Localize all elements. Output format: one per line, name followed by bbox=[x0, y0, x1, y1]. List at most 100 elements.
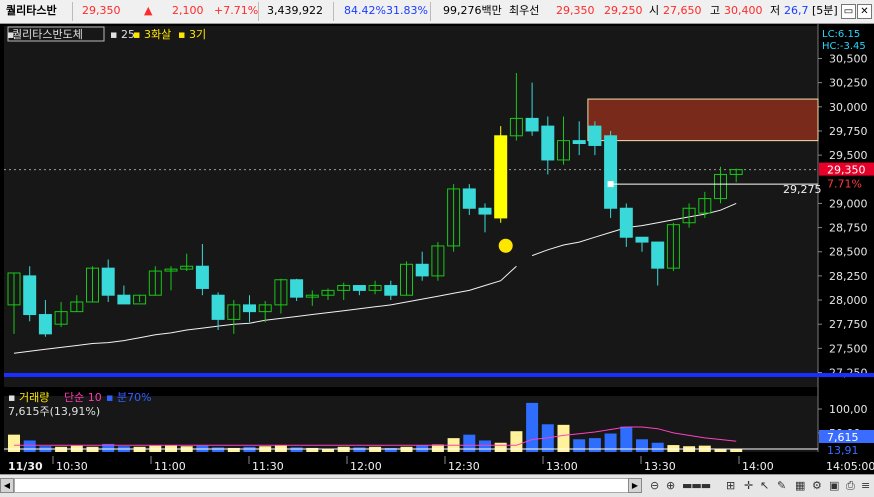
stock-name[interactable]: 퀄리타스반 bbox=[6, 4, 57, 18]
scroll-thumb[interactable] bbox=[14, 478, 639, 493]
window-restore-button[interactable]: ▭ bbox=[841, 4, 856, 19]
time-tick-label: 10:30 bbox=[56, 460, 88, 473]
quote-header: 퀄리타스반 29,350 ▲ 2,100 +7.71% 3,439,922 84… bbox=[0, 0, 874, 24]
price-tick-label: 29,750 bbox=[829, 125, 868, 138]
candle[interactable] bbox=[494, 135, 508, 219]
print-icon[interactable]: ⎙ bbox=[846, 479, 855, 493]
volume-bar[interactable] bbox=[730, 449, 743, 452]
low-price: 26,7 bbox=[784, 4, 809, 17]
signal-dot[interactable] bbox=[498, 238, 513, 253]
volume-rate-1: 84.42% bbox=[344, 4, 386, 17]
price-tick-label: 28,500 bbox=[829, 246, 868, 259]
time-tick-label: 14:05:00 bbox=[826, 460, 874, 473]
volume-axis-label: 100,00 bbox=[829, 403, 868, 416]
window-close-button[interactable]: ✕ bbox=[857, 4, 872, 19]
volume-bar[interactable] bbox=[212, 447, 225, 452]
menu-icon[interactable]: ≡ bbox=[861, 479, 870, 493]
trade-amount: 99,276백만 bbox=[443, 4, 502, 17]
price-tick-label: 27,750 bbox=[829, 318, 868, 331]
ma-value-label: 29,275 bbox=[783, 183, 822, 196]
candle[interactable] bbox=[635, 236, 649, 243]
candle[interactable] bbox=[384, 285, 398, 296]
candle[interactable] bbox=[23, 275, 37, 316]
chart-window: 퀄리타스반 29,350 ▲ 2,100 +7.71% 3,439,922 84… bbox=[0, 0, 874, 497]
high-label: 고 bbox=[710, 4, 721, 17]
baseline-bar bbox=[4, 373, 874, 377]
time-tick-label: 11:00 bbox=[154, 460, 186, 473]
time-tick-label: 12:30 bbox=[448, 460, 480, 473]
volume-badge-value: 7,615 bbox=[827, 431, 859, 444]
volume-bar[interactable] bbox=[526, 402, 539, 452]
signal-label-1: ▪ 3화살 bbox=[133, 28, 171, 41]
volume-bar[interactable] bbox=[494, 442, 507, 452]
candle[interactable] bbox=[38, 314, 52, 335]
volume-badge-pct: 13,91 bbox=[827, 444, 859, 457]
ma-period-label: ▪ 25 bbox=[110, 28, 135, 41]
open-label: 시 bbox=[649, 4, 660, 17]
volume-bar[interactable] bbox=[636, 439, 648, 452]
volume-panel bbox=[4, 396, 818, 452]
candle[interactable] bbox=[195, 265, 209, 289]
candle[interactable] bbox=[415, 263, 429, 277]
candle[interactable] bbox=[525, 117, 539, 132]
volume-bar[interactable] bbox=[23, 440, 36, 452]
grid-icon[interactable]: ▦ bbox=[795, 479, 805, 493]
settings-icon[interactable]: ⚙ bbox=[812, 479, 822, 493]
crosshair-icon[interactable]: ✛ bbox=[744, 479, 753, 493]
fit-icon[interactable]: ⊞ bbox=[726, 479, 735, 493]
candle[interactable] bbox=[478, 207, 492, 215]
volume-extra-label: ▪ 분70% bbox=[106, 391, 152, 404]
candle[interactable] bbox=[243, 304, 256, 313]
volume-readout: 7,615주(13,91%) bbox=[8, 405, 100, 418]
candle[interactable] bbox=[352, 285, 366, 291]
bid-price: 29,250 bbox=[604, 4, 643, 17]
marker-square[interactable] bbox=[607, 181, 614, 188]
volume-bar[interactable] bbox=[620, 426, 633, 452]
candle[interactable] bbox=[619, 207, 633, 238]
price-tick-label: 29,500 bbox=[829, 149, 868, 162]
draw-icon[interactable]: ✎ bbox=[777, 479, 786, 493]
volume-bar[interactable] bbox=[573, 439, 586, 452]
volume-bar[interactable] bbox=[588, 438, 601, 452]
cursor-icon[interactable]: ↖ bbox=[760, 479, 769, 493]
volume-title: 거래량 bbox=[19, 391, 49, 404]
candle[interactable] bbox=[651, 241, 665, 269]
save-icon[interactable]: ▣ bbox=[829, 479, 839, 493]
price-change: 2,100 bbox=[172, 4, 204, 17]
volume-bar[interactable] bbox=[557, 424, 570, 452]
volume-bar[interactable] bbox=[353, 447, 366, 452]
signal-label-2: ▪ 3기 bbox=[178, 28, 206, 41]
volume-ma-label: 단순 10 bbox=[64, 391, 102, 404]
candle[interactable] bbox=[604, 135, 618, 209]
price-panel bbox=[4, 26, 818, 387]
candle[interactable] bbox=[290, 279, 304, 298]
volume-bar[interactable] bbox=[479, 440, 491, 452]
zoom-track[interactable]: ▬▬▬ bbox=[682, 479, 711, 493]
volume-bar[interactable] bbox=[651, 442, 664, 452]
candle[interactable] bbox=[101, 267, 115, 296]
scroll-left-icon[interactable]: ◀ bbox=[0, 478, 14, 493]
volume-bar[interactable] bbox=[290, 447, 303, 452]
candle[interactable] bbox=[541, 125, 555, 161]
hc-label: HC:-3.45 bbox=[822, 41, 866, 52]
zoom-out-icon[interactable]: ⊖ bbox=[650, 479, 659, 493]
zoom-in-icon[interactable]: ⊕ bbox=[666, 479, 675, 493]
price-tick-label: 30,500 bbox=[829, 52, 868, 65]
time-tick-label: 11:30 bbox=[252, 460, 284, 473]
current-price: 29,350 bbox=[82, 4, 121, 17]
resistance-zone bbox=[587, 98, 819, 142]
candle[interactable] bbox=[117, 294, 131, 305]
candle[interactable] bbox=[572, 140, 586, 145]
scroll-right-icon[interactable]: ▶ bbox=[628, 478, 642, 493]
period-label[interactable]: [5분] bbox=[812, 4, 840, 18]
change-up-icon: ▲ bbox=[144, 4, 153, 17]
price-tick-label: 29,000 bbox=[829, 197, 868, 210]
candle[interactable] bbox=[211, 294, 225, 320]
price-change-pct: +7.71% bbox=[214, 4, 259, 17]
candle[interactable] bbox=[588, 125, 602, 146]
chart-scrollbar[interactable]: ◀ ▶ ⊖ ⊕ ▬▬▬ ⊞ ✛ ↖ ✎ ▦ ⚙ ▣ ⎙ ≡ bbox=[0, 474, 874, 497]
price-chart[interactable]: ▪ 퀄리타스반도체 ▪ 25▪ 3화살 ▪ 3기 30,500 30,250 30,000 2… bbox=[0, 24, 874, 474]
chart-stock-name-label: 퀄리타스반도체 bbox=[12, 28, 83, 41]
price-tick-label: 30,250 bbox=[829, 77, 868, 90]
candle[interactable] bbox=[462, 188, 476, 209]
